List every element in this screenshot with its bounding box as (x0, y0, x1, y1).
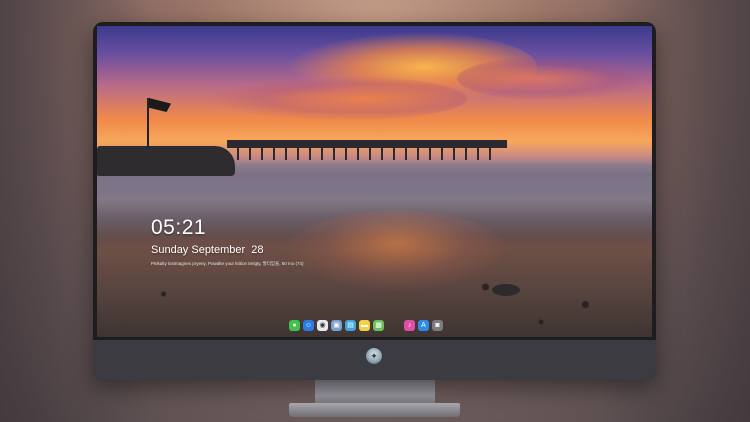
lock-clock: 05:21 (151, 216, 207, 239)
music-icon[interactable]: ♪ (404, 319, 415, 331)
brand-logo-icon: ✦ (366, 348, 382, 364)
beach-rock (492, 284, 520, 296)
photos-icon[interactable]: ▦ (373, 319, 384, 331)
camera-icon[interactable]: ◙ (432, 319, 443, 331)
flag (149, 98, 171, 112)
monitor: 05:21 Sunday September 28 Pinkalty lostm… (93, 22, 656, 380)
rock-jetty (97, 146, 235, 176)
sunset-cloud (457, 56, 652, 101)
preview-icon[interactable]: ▣ (331, 319, 342, 331)
clapper-icon[interactable]: ▤ (345, 319, 356, 331)
finder-icon[interactable]: ☺ (303, 319, 314, 331)
lock-screen[interactable]: 05:21 Sunday September 28 Pinkalty lostm… (97, 26, 652, 337)
pier-posts (237, 146, 497, 160)
sunset-cloud (207, 76, 467, 121)
safari-icon[interactable]: ◉ (317, 319, 328, 331)
monitor-stand-base (289, 403, 460, 417)
lock-quote: Pinkalty lostmagnes pryeny, Powalte your… (151, 261, 304, 266)
messages-icon[interactable]: ● (289, 319, 300, 331)
notes-icon[interactable]: ▬ (359, 319, 370, 331)
dock: ● ☺ ◉ ▣ ▤ ▬ ▦ ♪ A ◙ (289, 318, 443, 332)
lock-date: Sunday September 28 (151, 244, 264, 256)
flagpole (147, 98, 149, 148)
app-store-icon[interactable]: A (418, 319, 429, 331)
